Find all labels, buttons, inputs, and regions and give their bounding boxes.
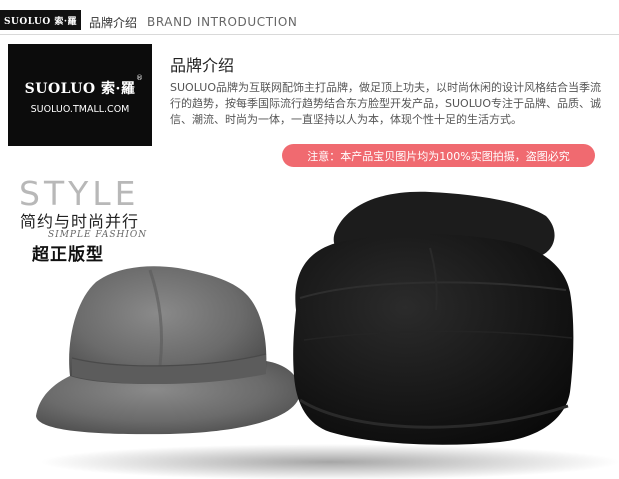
brand-logo: SUOLUO 索·羅 ® SUOLUO.TMALL.COM <box>8 44 152 146</box>
style-subtitle-en: SIMPLE FASHION <box>48 230 148 240</box>
style-tag: 超正版型 <box>32 245 104 265</box>
brand-logo-url: SUOLUO.TMALL.COM <box>30 104 130 115</box>
style-subtitle-cn: 简约与时尚并行 <box>20 212 140 231</box>
black-bucket-hat <box>293 191 574 445</box>
registered-mark: ® <box>136 74 143 82</box>
header-title-en: BRAND INTRODUCTION <box>147 15 298 29</box>
brand-logo-name: SUOLUO 索·羅 <box>24 81 136 97</box>
copyright-notice: 注意：本产品宝贝图片均为100%实图拍摄，盗图必究 <box>282 144 595 167</box>
grey-fedora-hat <box>36 266 300 435</box>
header-divider <box>0 34 619 35</box>
header-title-cn: 品牌介绍 <box>89 16 138 30</box>
intro-body: SUOLUO品牌为互联网配饰主打品牌，做足顶上功夫，以时尚休闲的设计风格结合当季… <box>170 81 601 126</box>
header-logo-badge: SUOLUO 索·羅 <box>0 10 81 30</box>
intro-title: 品牌介绍 <box>170 56 235 75</box>
